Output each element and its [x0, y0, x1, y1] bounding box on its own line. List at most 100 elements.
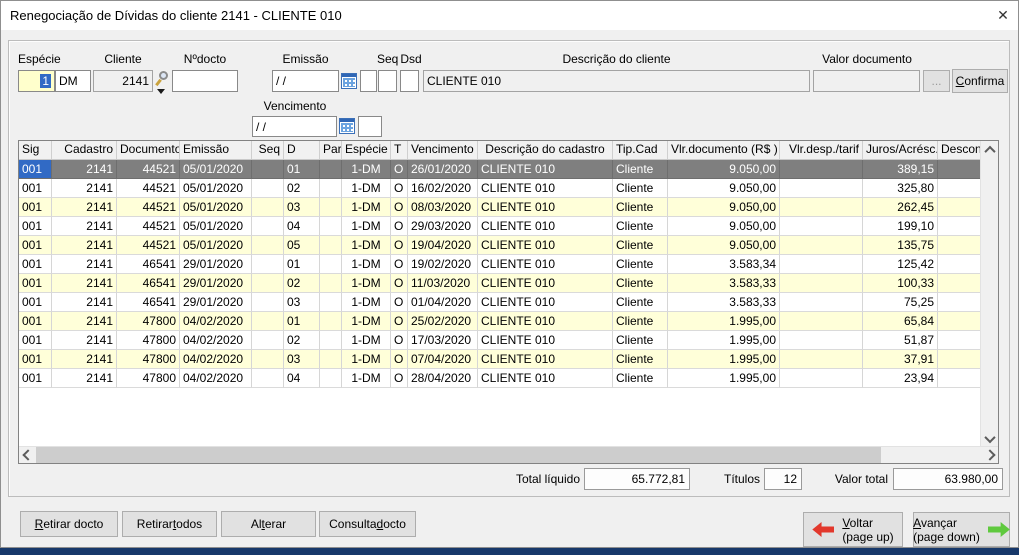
- grid-cell[interactable]: 9.050,00: [668, 198, 780, 217]
- grid-cell[interactable]: 1-DM: [342, 350, 391, 369]
- grid-cell[interactable]: [252, 217, 284, 236]
- grid-cell[interactable]: 001: [19, 331, 52, 350]
- grid-cell[interactable]: O: [391, 369, 408, 388]
- grid-cell[interactable]: Cliente: [613, 160, 668, 179]
- grid-cell[interactable]: [938, 217, 981, 236]
- grid-cell[interactable]: 9.050,00: [668, 179, 780, 198]
- emissao-input[interactable]: / /: [272, 70, 339, 92]
- grid-cell[interactable]: CLIENTE 010: [478, 160, 613, 179]
- grid-cell[interactable]: [252, 255, 284, 274]
- grid-cell[interactable]: 29/01/2020: [180, 274, 252, 293]
- grid-cell[interactable]: CLIENTE 010: [478, 331, 613, 350]
- table-row[interactable]: 00121414780004/02/2020031-DMO07/04/2020C…: [19, 350, 981, 369]
- grid-cell[interactable]: [938, 274, 981, 293]
- grid-cell[interactable]: 44521: [117, 198, 180, 217]
- column-header[interactable]: Espécie: [342, 141, 391, 159]
- grid-cell[interactable]: 001: [19, 217, 52, 236]
- grid-cell[interactable]: [320, 179, 342, 198]
- grid-cell[interactable]: 001: [19, 255, 52, 274]
- grid-cell[interactable]: 325,80: [863, 179, 938, 198]
- grid-cell[interactable]: [938, 369, 981, 388]
- grid-cell[interactable]: [780, 312, 863, 331]
- seq-input[interactable]: [378, 70, 397, 92]
- grid-cell[interactable]: 01: [284, 255, 320, 274]
- grid-cell[interactable]: 9.050,00: [668, 160, 780, 179]
- grid-cell[interactable]: 1-DM: [342, 274, 391, 293]
- column-header[interactable]: Sig: [19, 141, 52, 159]
- grid-cell[interactable]: 03: [284, 293, 320, 312]
- grid-cell[interactable]: [938, 350, 981, 369]
- grid-cell[interactable]: [320, 293, 342, 312]
- grid-cell[interactable]: 04: [284, 369, 320, 388]
- grid-cell[interactable]: 29/01/2020: [180, 293, 252, 312]
- grid-cell[interactable]: 47800: [117, 331, 180, 350]
- grid-cell[interactable]: [320, 236, 342, 255]
- grid-cell[interactable]: 2141: [52, 255, 117, 274]
- grid-cell[interactable]: 16/02/2020: [408, 179, 478, 198]
- grid-cell[interactable]: 04/02/2020: [180, 312, 252, 331]
- grid-cell[interactable]: [780, 274, 863, 293]
- grid-cell[interactable]: Cliente: [613, 350, 668, 369]
- avancar-button[interactable]: Avançar(page down): [913, 512, 1010, 547]
- grid-cell[interactable]: 46541: [117, 274, 180, 293]
- grid-cell[interactable]: 05/01/2020: [180, 217, 252, 236]
- grid-cell[interactable]: [252, 274, 284, 293]
- grid-cell[interactable]: 1-DM: [342, 312, 391, 331]
- grid-cell[interactable]: 135,75: [863, 236, 938, 255]
- especie-input[interactable]: 1: [18, 70, 55, 92]
- grid-cell[interactable]: 23,94: [863, 369, 938, 388]
- retirar-todos-button[interactable]: Retirar todos: [122, 511, 217, 537]
- grid-cell[interactable]: 2141: [52, 274, 117, 293]
- grid-cell[interactable]: [780, 331, 863, 350]
- grid-cell[interactable]: CLIENTE 010: [478, 350, 613, 369]
- column-header[interactable]: Cadastro: [52, 141, 117, 159]
- grid-cell[interactable]: [252, 236, 284, 255]
- grid-cell[interactable]: 199,10: [863, 217, 938, 236]
- grid-cell[interactable]: Cliente: [613, 312, 668, 331]
- grid-cell[interactable]: 47800: [117, 350, 180, 369]
- grid-cell[interactable]: 2141: [52, 331, 117, 350]
- grid-cell[interactable]: 3.583,34: [668, 255, 780, 274]
- grid-cell[interactable]: O: [391, 350, 408, 369]
- column-header[interactable]: Desconto: [938, 141, 981, 159]
- horizontal-scrollbar[interactable]: [19, 446, 998, 463]
- grid-cell[interactable]: O: [391, 179, 408, 198]
- column-header[interactable]: D: [284, 141, 320, 159]
- grid-cell[interactable]: [938, 198, 981, 217]
- grid-cell[interactable]: 19/04/2020: [408, 236, 478, 255]
- grid-cell[interactable]: 05/01/2020: [180, 198, 252, 217]
- grid-cell[interactable]: 05/01/2020: [180, 236, 252, 255]
- retirar-docto-button[interactable]: Retirar docto: [20, 511, 118, 537]
- grid-cell[interactable]: [780, 217, 863, 236]
- grid-cell[interactable]: 001: [19, 293, 52, 312]
- grid-cell[interactable]: CLIENTE 010: [478, 293, 613, 312]
- scroll-right-icon[interactable]: [981, 447, 998, 463]
- grid-cell[interactable]: 2141: [52, 293, 117, 312]
- column-header[interactable]: Vlr.documento (R$ ): [668, 141, 780, 159]
- grid-cell[interactable]: Cliente: [613, 331, 668, 350]
- grid-cell[interactable]: [938, 255, 981, 274]
- grid-cell[interactable]: CLIENTE 010: [478, 274, 613, 293]
- column-header[interactable]: Par: [320, 141, 342, 159]
- column-header[interactable]: Juros/Acrésc.: [863, 141, 938, 159]
- grid-cell[interactable]: 9.050,00: [668, 236, 780, 255]
- table-row[interactable]: 00121414452105/01/2020021-DMO16/02/2020C…: [19, 179, 981, 198]
- vencimento-input[interactable]: / /: [252, 116, 337, 137]
- grid-cell[interactable]: 44521: [117, 236, 180, 255]
- table-row[interactable]: 00121414780004/02/2020011-DMO25/02/2020C…: [19, 312, 981, 331]
- grid-cell[interactable]: [320, 369, 342, 388]
- grid-cell[interactable]: 1-DM: [342, 179, 391, 198]
- grid-cell[interactable]: O: [391, 217, 408, 236]
- grid-cell[interactable]: 1-DM: [342, 217, 391, 236]
- grid-cell[interactable]: 02: [284, 179, 320, 198]
- grid-cell[interactable]: [252, 198, 284, 217]
- grid-cell[interactable]: 2141: [52, 236, 117, 255]
- grid-cell[interactable]: 2141: [52, 217, 117, 236]
- consulta-docto-button[interactable]: Consulta docto: [319, 511, 416, 537]
- grid-cell[interactable]: O: [391, 331, 408, 350]
- column-header[interactable]: Tip.Cad: [613, 141, 668, 159]
- grid-cell[interactable]: Cliente: [613, 236, 668, 255]
- grid-cell[interactable]: 125,42: [863, 255, 938, 274]
- cliente-input[interactable]: 2141: [93, 70, 153, 92]
- grid-cell[interactable]: 2141: [52, 179, 117, 198]
